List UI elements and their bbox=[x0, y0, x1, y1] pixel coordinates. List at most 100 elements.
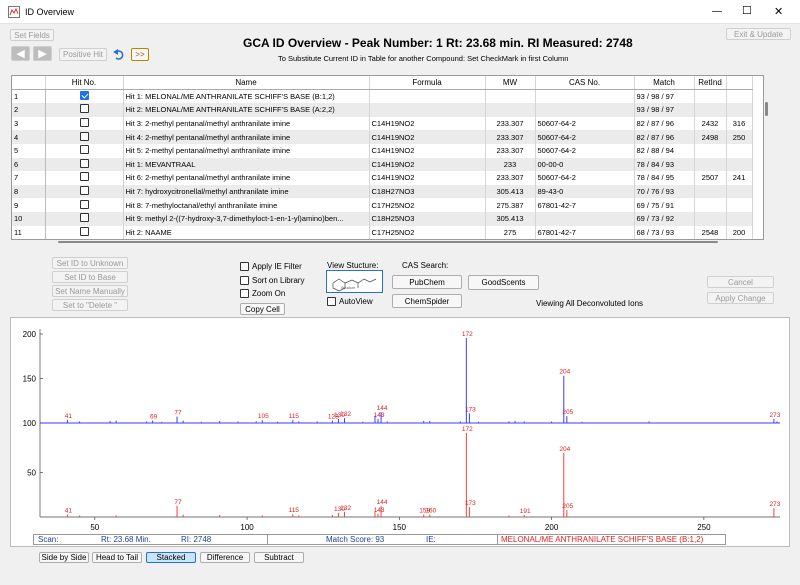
page-subtitle: To Substitute Current ID in Table for an… bbox=[278, 54, 569, 63]
chemspider-button[interactable]: ChemSpider bbox=[392, 294, 462, 308]
table-row[interactable]: 8 Hit 7: hydroxycitronellal/methyl anthra… bbox=[12, 184, 753, 199]
set-fields-button[interactable]: Set Fields bbox=[10, 29, 54, 41]
hit-checkbox[interactable] bbox=[45, 143, 124, 158]
cell-n: 9 bbox=[12, 198, 46, 212]
table-row[interactable]: 9 Hit 8: 7-methyloctanal/ethyl anthranila… bbox=[12, 198, 753, 212]
subtract-button[interactable]: Subtract bbox=[254, 552, 304, 563]
column-header[interactable]: Match bbox=[634, 76, 695, 91]
structure-preview-button[interactable]: Structure bbox=[326, 270, 383, 293]
cell-cas bbox=[535, 211, 635, 226]
zoom-on-checkbox[interactable]: Zoom On bbox=[240, 289, 285, 298]
hit-checkbox[interactable] bbox=[45, 157, 124, 172]
maximize-button[interactable]: ☐ bbox=[742, 4, 752, 17]
column-header[interactable]: RetInd bbox=[694, 76, 727, 91]
table-row[interactable]: 2 Hit 2: MELONAL/ME ANTHRANILATE SCHIFF'S… bbox=[12, 103, 753, 117]
column-header[interactable]: CAS No. bbox=[535, 76, 635, 91]
top-peak-label: 173 bbox=[465, 406, 476, 413]
set-id-unknown-button[interactable]: Set ID to Unknown bbox=[52, 257, 128, 269]
goodscents-button[interactable]: GoodScents bbox=[468, 275, 539, 290]
table-row[interactable]: 10 Hit 9: methyl 2-((7-hydroxy-3,7-dimeth… bbox=[12, 211, 753, 226]
autoview-checkbox[interactable]: AutoView bbox=[327, 297, 373, 306]
pubchem-button[interactable]: PubChem bbox=[392, 275, 462, 289]
hit-checkbox[interactable] bbox=[45, 89, 124, 104]
table-row[interactable]: 3 Hit 3: 2-methyl pentanal/methyl anthran… bbox=[12, 116, 753, 131]
hit-checkbox[interactable] bbox=[45, 116, 124, 131]
hit-checkbox[interactable] bbox=[45, 130, 124, 144]
hit-checkbox[interactable] bbox=[45, 211, 124, 226]
cell-n: 6 bbox=[12, 157, 46, 172]
ions-note: Viewing All Deconvoluted Ions bbox=[536, 299, 644, 308]
side-by-side-button[interactable]: Side by Side bbox=[39, 552, 89, 563]
cell-ri: 2432 bbox=[694, 116, 727, 131]
top-peak-label: 105 bbox=[258, 413, 269, 420]
table-row[interactable]: 1 Hit 1: MELONAL/ME ANTHRANILATE SCHIFF'S… bbox=[12, 89, 753, 104]
table-row[interactable]: 11 Hit 2: NAAME C17H25NO2 275 67801-42-7 68 /… bbox=[12, 225, 753, 240]
forward-arrow-button[interactable]: ▶ bbox=[33, 46, 52, 61]
cell-mw: 275.387 bbox=[485, 198, 536, 212]
sort-library-checkbox[interactable]: Sort on Library bbox=[240, 276, 304, 285]
set-id-base-button[interactable]: Set ID to Base bbox=[52, 271, 128, 283]
cell-name: Hit 8: 7-methyloctanal/ethyl anthranilat… bbox=[123, 198, 370, 212]
arrow-left-icon: ◀ bbox=[16, 48, 25, 60]
cell-x: 241 bbox=[726, 171, 753, 185]
cell-n: 7 bbox=[12, 171, 46, 185]
x-tick-label: 100 bbox=[240, 523, 254, 532]
top-peak-label: 172 bbox=[462, 331, 473, 338]
cell-x bbox=[726, 211, 753, 226]
difference-button[interactable]: Difference bbox=[200, 552, 250, 563]
structure-caption: Structure bbox=[341, 286, 356, 290]
cell-match: 82 / 87 / 96 bbox=[634, 130, 695, 144]
exit-update-button[interactable]: Exit & Update bbox=[726, 28, 791, 40]
table-row[interactable]: 5 Hit 5: 2-methyl pentanal/methyl anthran… bbox=[12, 143, 753, 158]
column-header[interactable]: Formula bbox=[369, 76, 486, 91]
status-ie: IE: bbox=[426, 535, 436, 544]
horizontal-scrollbar[interactable] bbox=[58, 241, 718, 243]
x-tick-label: 200 bbox=[545, 523, 559, 532]
column-header[interactable] bbox=[726, 76, 753, 91]
back-arrow-button[interactable]: ◀ bbox=[11, 46, 30, 61]
apply-change-button[interactable]: Apply Change bbox=[707, 292, 774, 304]
checkbox-icon bbox=[79, 186, 89, 196]
hits-table: Hit No. Name Formula MW CAS No. Match RetInd 1… bbox=[12, 76, 753, 240]
set-name-manually-button[interactable]: Set Name Manually bbox=[52, 285, 128, 297]
bottom-peak-label: 191 bbox=[520, 508, 531, 515]
next-button[interactable]: >> bbox=[131, 48, 149, 61]
table-row[interactable]: 4 Hit 4: 2-methyl pentanal/methyl anthran… bbox=[12, 130, 753, 144]
head-to-tail-button[interactable]: Head to Tail bbox=[92, 552, 142, 563]
column-header[interactable]: MW bbox=[485, 76, 536, 91]
bottom-peak-label: 132 bbox=[340, 505, 351, 512]
cell-mw bbox=[485, 89, 536, 104]
column-header[interactable]: Name bbox=[123, 76, 370, 91]
cell-mw: 233.307 bbox=[485, 130, 536, 144]
hit-checkbox[interactable] bbox=[45, 171, 124, 185]
minimize-button[interactable]: — bbox=[712, 6, 722, 17]
bottom-peak-label: 115 bbox=[289, 507, 300, 514]
set-delete-button[interactable]: Set to "Delete " bbox=[52, 299, 128, 311]
table-row[interactable]: 6 Hit 1: MEVANTRAAL C14H19NO2 233 00-00-0 78 … bbox=[12, 157, 753, 172]
hit-checkbox[interactable] bbox=[45, 198, 124, 212]
hit-checkbox[interactable] bbox=[45, 184, 124, 199]
cell-mw: 233.307 bbox=[485, 116, 536, 131]
cancel-button[interactable]: Cancel bbox=[707, 276, 774, 288]
cell-name: Hit 2: NAAME bbox=[123, 225, 370, 240]
y-tick-label: 200 bbox=[23, 330, 37, 339]
column-header[interactable] bbox=[12, 76, 46, 91]
top-peak-label: 77 bbox=[174, 410, 182, 417]
apply-ie-filter-checkbox[interactable]: Apply IE Filter bbox=[240, 262, 302, 271]
cell-x: 316 bbox=[726, 116, 753, 131]
positive-hit-button[interactable]: Positive Hit bbox=[59, 48, 107, 61]
column-header[interactable]: Hit No. bbox=[45, 76, 124, 91]
close-button[interactable]: ✕ bbox=[774, 5, 783, 18]
undo-icon[interactable] bbox=[112, 48, 126, 61]
stacked-button[interactable]: Stacked bbox=[146, 552, 196, 563]
cell-formula: C14H19NO2 bbox=[369, 130, 486, 144]
hit-checkbox[interactable] bbox=[45, 103, 124, 117]
vertical-scrollbar[interactable] bbox=[765, 102, 768, 116]
cell-ri bbox=[694, 89, 727, 104]
hit-checkbox[interactable] bbox=[45, 225, 124, 240]
table-row[interactable]: 7 Hit 6: 2-methyl pentanal/methyl anthran… bbox=[12, 171, 753, 185]
bottom-peak-label: 41 bbox=[65, 508, 73, 515]
checkbox-icon bbox=[327, 297, 336, 306]
copy-cell-button[interactable]: Copy Cell bbox=[240, 303, 285, 315]
bottom-peak-label: 172 bbox=[462, 426, 473, 433]
